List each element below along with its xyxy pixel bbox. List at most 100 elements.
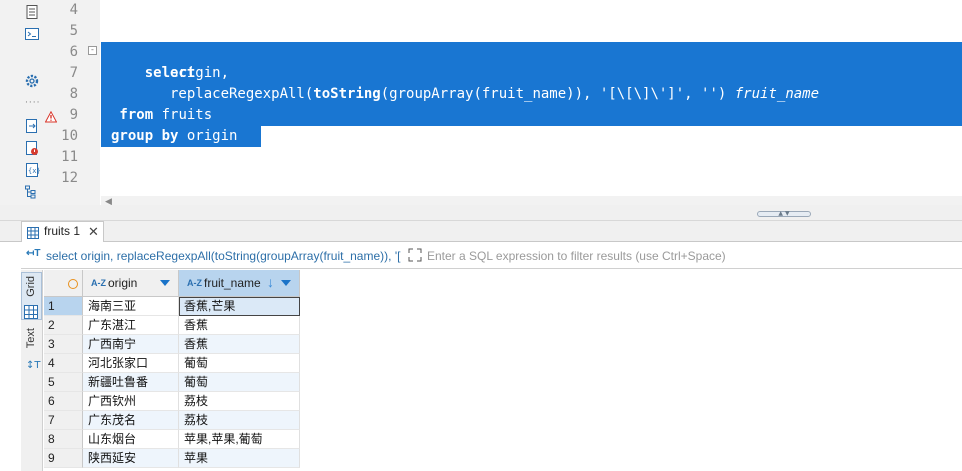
table-row[interactable]: 2 广东湛江 香蕉 (44, 316, 962, 335)
line-number: 8 (69, 86, 78, 102)
filter-expression-input[interactable] (427, 245, 957, 266)
close-icon[interactable]: ✕ (88, 222, 99, 241)
line-number: 5 (69, 23, 78, 39)
cell-fruit-name[interactable]: 葡萄 (179, 354, 300, 373)
cell-origin[interactable]: 海南三亚 (83, 297, 179, 316)
row-number[interactable]: 1 (44, 297, 83, 316)
cell-origin[interactable]: 新疆吐鲁番 (83, 373, 179, 392)
row-number-header[interactable] (44, 270, 83, 297)
outline-icon[interactable] (24, 184, 40, 200)
row-number[interactable]: 9 (44, 449, 83, 468)
cell-origin[interactable]: 广西钦州 (83, 392, 179, 411)
splitter-handle[interactable]: ▲ ▼ (757, 211, 811, 217)
document-icon[interactable] (24, 4, 40, 20)
column-name: fruit_name (204, 276, 261, 290)
column-alias: fruit_name (734, 86, 820, 102)
line-number: 4 (69, 2, 78, 18)
cell-fruit-name[interactable]: 葡萄 (179, 373, 300, 392)
cell-origin[interactable]: 山东烟台 (83, 430, 179, 449)
sql-editor[interactable]: select origin, replaceRegexpAll(toString… (101, 0, 962, 196)
line-number: 7 (69, 65, 78, 81)
cell-fruit-name[interactable]: 香蕉,芒果 (179, 297, 300, 316)
table-row[interactable]: 3 广西南宁 香蕉 (44, 335, 962, 354)
code-line-9: from fruits (111, 105, 212, 126)
column-header-origin[interactable]: A-Z origin (83, 270, 179, 297)
tab-fruits-1[interactable]: fruits 1 ✕ (21, 221, 104, 242)
row-number[interactable]: 6 (44, 392, 83, 411)
tab-text[interactable]: Text ↕T (21, 326, 42, 374)
cell-fruit-name[interactable]: 香蕉 (179, 335, 300, 354)
column-header-fruit-name[interactable]: A-Z fruit_name ↓ (179, 270, 300, 297)
cell-origin[interactable]: 广东湛江 (83, 316, 179, 335)
row-number[interactable]: 2 (44, 316, 83, 335)
cell-fruit-name[interactable]: 荔枝 (179, 411, 300, 430)
tab-label: fruits 1 (44, 224, 81, 238)
string-type-icon: A-Z (187, 278, 202, 288)
string-type-icon: A-Z (91, 278, 106, 288)
tab-grid-label: Grid (25, 276, 37, 297)
group-column: origin (178, 128, 238, 144)
code-line-8: replaceRegexpAll(toString(groupArray(fru… (111, 84, 819, 105)
more-dots-icon[interactable]: ···· (25, 99, 40, 108)
table-row[interactable]: 9 陕西延安 苹果 (44, 449, 962, 468)
expression: (groupArray(fruit_name)), '[\[\]\']', ''… (380, 86, 735, 102)
row-number[interactable]: 4 (44, 354, 83, 373)
code-line-7: origin, (111, 65, 230, 81)
grid-header: A-Z origin A-Z fruit_name ↓ (44, 270, 962, 297)
editor-side-toolbar: ···· {x} (0, 0, 44, 205)
table-row[interactable]: 8 山东烟台 苹果,苹果,葡萄 (44, 430, 962, 449)
svg-text:{x}: {x} (28, 167, 40, 175)
code-line-10: group by origin (111, 126, 237, 147)
console-icon[interactable] (24, 26, 40, 42)
column-filter-icon[interactable] (281, 280, 291, 286)
cell-origin[interactable]: 陕西延安 (83, 449, 179, 468)
export-icon[interactable] (24, 118, 40, 134)
line-number: 9 (69, 107, 78, 123)
results-filter-bar: ↤T select origin, replaceRegexpAll(toStr… (21, 242, 962, 269)
select-all-icon[interactable] (68, 279, 78, 289)
keyword-from: from (111, 107, 154, 123)
sort-descending-icon[interactable]: ↓ (267, 274, 274, 290)
settings-gear-icon[interactable] (24, 73, 40, 89)
table-row[interactable]: 6 广西钦州 荔枝 (44, 392, 962, 411)
row-number[interactable]: 3 (44, 335, 83, 354)
row-number[interactable]: 7 (44, 411, 83, 430)
cell-origin[interactable]: 广东茂名 (83, 411, 179, 430)
table-row[interactable]: 1 海南三亚 香蕉,芒果 (44, 297, 962, 316)
line-number: 10 (61, 128, 78, 144)
results-grid: A-Z origin A-Z fruit_name ↓ 1 海南三亚 香蕉,芒果… (44, 270, 962, 471)
line-number: 11 (61, 149, 78, 165)
keyword-tostring: toString (313, 86, 381, 102)
text-view-icon: ↕T (26, 360, 41, 371)
executed-query-text[interactable]: select origin, replaceRegexpAll(toString… (46, 249, 400, 263)
cell-fruit-name[interactable]: 苹果,苹果,葡萄 (179, 430, 300, 449)
code-line-6: select (111, 42, 196, 81)
row-number[interactable]: 8 (44, 430, 83, 449)
error-file-icon[interactable] (24, 140, 40, 156)
column-filter-icon[interactable] (160, 280, 170, 286)
cell-origin[interactable]: 广西南宁 (83, 335, 179, 354)
editor-results-splitter[interactable]: ▲ ▼ (0, 205, 962, 221)
table-name: fruits (153, 107, 213, 123)
keyword-group-by: group by (111, 128, 179, 144)
expand-icon[interactable] (408, 248, 422, 262)
cell-fruit-name[interactable]: 苹果 (179, 449, 300, 468)
table-row[interactable]: 5 新疆吐鲁番 葡萄 (44, 373, 962, 392)
results-tab-bar: fruits 1 ✕ (0, 221, 962, 242)
column-name: origin (108, 276, 138, 290)
result-view-tabs: Grid Text ↕T (21, 270, 43, 471)
grid-view-icon[interactable] (24, 304, 38, 319)
table-row[interactable]: 7 广东茂名 荔枝 (44, 411, 962, 430)
row-number[interactable]: 5 (44, 373, 83, 392)
line-number: 12 (61, 170, 78, 186)
table-row[interactable]: 4 河北张家口 葡萄 (44, 354, 962, 373)
cell-fruit-name[interactable]: 荔枝 (179, 392, 300, 411)
grid-table-icon (27, 226, 39, 239)
cell-fruit-name[interactable]: 香蕉 (179, 316, 300, 335)
fold-toggle[interactable]: - (88, 46, 97, 55)
tab-text-label: Text (25, 328, 37, 349)
line-number: 6 (69, 44, 78, 60)
cell-origin[interactable]: 河北张家口 (83, 354, 179, 373)
variables-icon[interactable]: {x} (24, 162, 40, 178)
function-call: replaceRegexpAll( (111, 86, 314, 102)
